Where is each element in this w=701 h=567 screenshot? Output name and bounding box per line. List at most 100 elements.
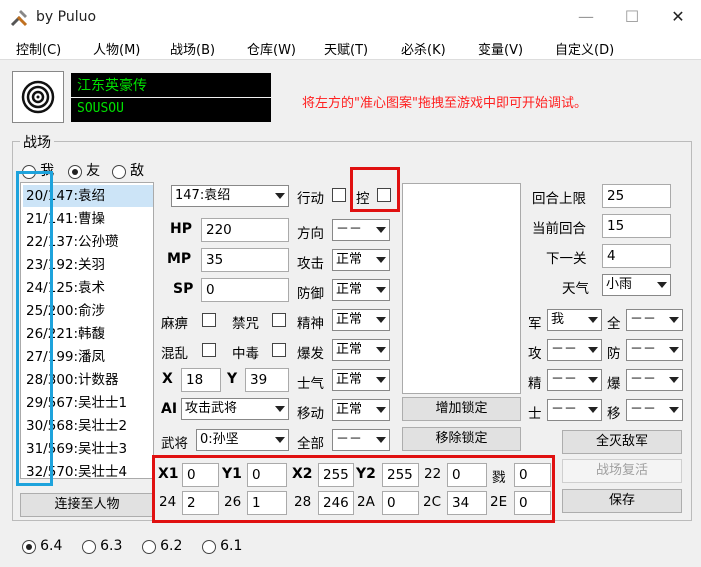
menu-special[interactable]: 必杀(K) — [401, 39, 446, 58]
highlight-box-red-control — [350, 167, 400, 212]
menu-talent[interactable]: 天赋(T) — [324, 39, 368, 58]
army-spi-label: 精 — [528, 376, 542, 392]
army-select[interactable]: 我 — [547, 309, 602, 331]
attack-select[interactable]: 正常 — [332, 249, 390, 271]
hint-text: 将左方的"准心图案"拖拽至游戏中即可开始调试。 — [302, 96, 587, 111]
menu-bar: 控制(C) 人物(M) 战场(B) 仓库(W) 天赋(T) 必杀(K) 变量(V… — [0, 36, 701, 60]
morale-select[interactable]: 正常 — [332, 369, 390, 391]
ai-label: AI — [161, 401, 178, 417]
select-value: 正常 — [336, 312, 363, 327]
dropdown-arrow-icon — [376, 317, 386, 323]
connect-character-button[interactable]: 连接至人物 — [20, 493, 154, 517]
action-checkbox[interactable] — [332, 188, 346, 202]
weather-label: 天气 — [562, 281, 589, 297]
select-value: 147:袁绍 — [175, 188, 231, 203]
menu-character[interactable]: 人物(M) — [93, 39, 140, 58]
version-radio-6-1[interactable]: 6.1 — [202, 538, 242, 554]
select-value: 正常 — [336, 342, 363, 357]
army-mor-select[interactable]: －－ — [547, 399, 602, 421]
window-title: by Puluo — [36, 9, 97, 25]
select-value: 正常 — [336, 282, 363, 297]
select-value: －－ — [336, 222, 363, 237]
confuse-checkbox[interactable] — [202, 343, 216, 357]
all-status-select[interactable]: －－ — [332, 429, 390, 451]
select-value: 正常 — [336, 402, 363, 417]
dropdown-arrow-icon — [275, 406, 285, 412]
radio-icon — [68, 164, 82, 179]
side-radio-ally[interactable]: 友 — [68, 160, 100, 180]
add-lock-button[interactable]: 增加锁定 — [402, 397, 521, 421]
radio-icon — [202, 539, 216, 554]
side-radio-enemy[interactable]: 敌 — [112, 160, 144, 180]
hp-input[interactable]: 220 — [201, 218, 289, 242]
radio-label: 友 — [86, 163, 101, 179]
radio-icon — [142, 539, 156, 554]
sp-label: SP — [173, 281, 194, 297]
menu-custom[interactable]: 自定义(D) — [555, 39, 614, 58]
seal-checkbox[interactable] — [272, 313, 286, 327]
army-bur-select[interactable]: －－ — [626, 369, 683, 391]
next-stage-input[interactable]: 4 — [602, 244, 671, 268]
confuse-label: 混乱 — [161, 346, 188, 362]
close-button[interactable]: ✕ — [655, 0, 701, 36]
direction-select[interactable]: －－ — [332, 219, 390, 241]
ai-select[interactable]: 攻击武将 — [181, 398, 289, 420]
dropdown-arrow-icon — [376, 227, 386, 233]
unit-select[interactable]: 147:袁绍 — [171, 185, 289, 207]
mp-input[interactable]: 35 — [201, 248, 289, 272]
version-radio-6-3[interactable]: 6.3 — [82, 538, 122, 554]
maximize-button[interactable]: ☐ — [609, 0, 655, 36]
defense-select[interactable]: 正常 — [332, 279, 390, 301]
highlight-box-red-variables — [152, 455, 555, 523]
dropdown-arrow-icon — [376, 377, 386, 383]
army-label: 军 — [528, 316, 542, 332]
army-def-select[interactable]: －－ — [626, 339, 683, 361]
save-button[interactable]: 保存 — [562, 489, 682, 513]
army-all-select[interactable]: －－ — [626, 309, 683, 331]
menu-warehouse[interactable]: 仓库(W) — [247, 39, 296, 58]
paralyze-checkbox[interactable] — [202, 313, 216, 327]
current-round-input[interactable]: 15 — [602, 214, 671, 238]
attack-label: 攻击 — [297, 256, 324, 272]
minimize-button[interactable]: — — [563, 0, 609, 36]
dropdown-arrow-icon — [275, 437, 285, 443]
menu-control[interactable]: 控制(C) — [16, 39, 61, 58]
x-input[interactable]: 18 — [181, 368, 221, 392]
round-limit-input[interactable]: 25 — [602, 184, 671, 208]
army-mov-select[interactable]: －－ — [626, 399, 683, 421]
select-value: －－ — [551, 372, 578, 387]
remove-lock-button[interactable]: 移除锁定 — [402, 427, 521, 451]
version-radio-6-2[interactable]: 6.2 — [142, 538, 182, 554]
dropdown-arrow-icon — [588, 377, 598, 383]
select-value: －－ — [630, 402, 657, 417]
radio-label: 敌 — [130, 163, 145, 179]
general-select[interactable]: 0:孙坚 — [196, 429, 289, 451]
version-radio-6-4[interactable]: 6.4 — [22, 538, 62, 554]
select-value: 小雨 — [606, 277, 633, 292]
x-label: X — [162, 371, 173, 387]
army-spi-select[interactable]: －－ — [547, 369, 602, 391]
lock-list[interactable] — [402, 183, 521, 394]
weather-select[interactable]: 小雨 — [602, 274, 671, 296]
army-all-label: 全 — [607, 316, 621, 332]
y-input[interactable]: 39 — [245, 368, 289, 392]
crosshair-icon[interactable] — [12, 71, 64, 123]
current-round-label: 当前回合 — [532, 221, 586, 237]
move-select[interactable]: 正常 — [332, 399, 390, 421]
spirit-select[interactable]: 正常 — [332, 309, 390, 331]
burst-select[interactable]: 正常 — [332, 339, 390, 361]
menu-variables[interactable]: 变量(V) — [478, 39, 523, 58]
burst-label: 爆发 — [297, 346, 324, 362]
army-atk-select[interactable]: －－ — [547, 339, 602, 361]
army-mov-label: 移 — [607, 406, 621, 422]
move-label: 移动 — [297, 406, 324, 422]
battle-revive-button[interactable]: 战场复活 — [562, 459, 682, 483]
kill-all-enemies-button[interactable]: 全灭敌军 — [562, 430, 682, 454]
radio-label: 6.1 — [220, 538, 243, 554]
paralyze-label: 麻痹 — [161, 316, 188, 332]
menu-battlefield[interactable]: 战场(B) — [170, 39, 215, 58]
army-bur-label: 爆 — [607, 376, 621, 392]
group-title: 战场 — [20, 132, 54, 152]
sp-input[interactable]: 0 — [201, 278, 289, 302]
poison-checkbox[interactable] — [272, 343, 286, 357]
